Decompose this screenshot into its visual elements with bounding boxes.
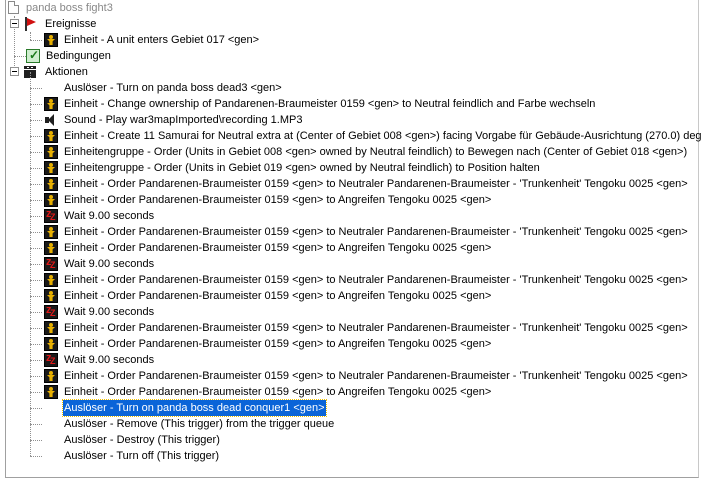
action-text: Auslöser - Destroy (This trigger): [64, 434, 220, 446]
action-text: Wait 9.00 seconds: [64, 258, 155, 270]
tree-line: [30, 184, 42, 185]
collapse-toggle[interactable]: [10, 19, 19, 28]
action-text: Einheitengruppe - Order (Units in Gebiet…: [64, 162, 540, 174]
tree-line: [30, 248, 42, 249]
tree-line: [30, 88, 42, 89]
action-text: Einheit - Order Pandarenen-Braumeister 0…: [64, 242, 492, 254]
action-text: Einheit - Order Pandarenen-Braumeister 0…: [64, 194, 492, 206]
tree-line: [30, 408, 42, 409]
unit-icon: [44, 97, 58, 111]
trigger-icon: [44, 433, 58, 447]
action-text: Einheit - Order Pandarenen-Braumeister 0…: [64, 226, 688, 238]
action-text: Einheit - Order Pandarenen-Braumeister 0…: [64, 322, 688, 334]
trigger-icon: [44, 81, 58, 95]
root-label: panda boss fight3: [26, 2, 113, 14]
tree-line: [30, 136, 42, 137]
tree-line: [30, 264, 42, 265]
action-text: Auslöser - Turn on panda boss dead conqu…: [62, 399, 327, 417]
unit-icon: [44, 289, 58, 303]
tree-line: [30, 280, 42, 281]
action-text: Wait 9.00 seconds: [64, 354, 155, 366]
unit-icon: [44, 385, 58, 399]
tree-line: [30, 232, 42, 233]
tree-line: [30, 168, 42, 169]
action-text: Einheitengruppe - Order (Units in Gebiet…: [64, 146, 688, 158]
action-text: Sound - Play war3mapImported\recording 1…: [64, 114, 303, 126]
unit-icon: [44, 225, 58, 239]
tree-line: [30, 40, 42, 41]
tree-line: [30, 312, 42, 313]
tree-line: [30, 296, 42, 297]
document-icon: [8, 1, 19, 14]
trigger-icon: [44, 449, 58, 463]
unit-icon: [44, 241, 58, 255]
action-text: Auslöser - Turn on panda boss dead3 <gen…: [64, 82, 282, 94]
action-text: Einheit - Order Pandarenen-Braumeister 0…: [64, 178, 688, 190]
tree-line: [30, 344, 42, 345]
collapse-toggle[interactable]: [10, 67, 19, 76]
unit-icon: [44, 145, 58, 159]
tree-line: [30, 376, 42, 377]
wait-icon: [44, 254, 58, 273]
conditions-icon: [26, 47, 40, 63]
conditions-label: Bedingungen: [46, 50, 111, 62]
tree-line: [30, 440, 42, 441]
wait-icon: [44, 206, 58, 225]
unit-icon: [44, 273, 58, 287]
tree-line: [30, 104, 42, 105]
action-text: Einheit - Order Pandarenen-Braumeister 0…: [64, 274, 688, 286]
unit-icon: [44, 33, 58, 47]
events-label: Ereignisse: [45, 18, 97, 30]
tree-line: [30, 152, 42, 153]
tree-line: [30, 424, 42, 425]
unit-icon: [44, 161, 58, 175]
unit-icon: [44, 337, 58, 351]
unit-icon: [44, 321, 58, 335]
tree-line: [30, 392, 42, 393]
tree-line: [30, 216, 42, 217]
action-text: Wait 9.00 seconds: [64, 210, 155, 222]
action-text: Einheit - Order Pandarenen-Braumeister 0…: [64, 290, 492, 302]
action-text: Einheit - Create 11 Samurai for Neutral …: [64, 130, 702, 142]
tree-line: [30, 32, 31, 40]
action-text: Einheit - Change ownership of Pandarenen…: [64, 98, 596, 110]
unit-icon: [44, 369, 58, 383]
flag-icon: [23, 17, 37, 31]
tree-line: [30, 120, 42, 121]
tree-line: [30, 328, 42, 329]
tree-line: [14, 56, 26, 57]
tree-line: [30, 360, 42, 361]
action-text: Einheit - Order Pandarenen-Braumeister 0…: [64, 386, 492, 398]
trigger-icon: [44, 401, 58, 415]
actions-label: Aktionen: [45, 66, 88, 78]
unit-icon: [44, 177, 58, 191]
sound-icon: [44, 113, 58, 127]
unit-icon: [44, 193, 58, 207]
wait-icon: [44, 302, 58, 321]
action-text: Auslöser - Turn off (This trigger): [64, 450, 220, 462]
action-text: Einheit - Order Pandarenen-Braumeister 0…: [64, 338, 492, 350]
unit-icon: [44, 129, 58, 143]
tree-line: [30, 200, 42, 201]
tree-line: [30, 456, 42, 457]
action-text: Wait 9.00 seconds: [64, 306, 155, 318]
action-text: Auslöser - Remove (This trigger) from th…: [64, 418, 335, 430]
trigger-icon: [44, 417, 58, 431]
wait-icon: [44, 350, 58, 369]
action-text: Einheit - Order Pandarenen-Braumeister 0…: [64, 370, 688, 382]
event-text: Einheit - A unit enters Gebiet 017 <gen>: [64, 34, 260, 46]
